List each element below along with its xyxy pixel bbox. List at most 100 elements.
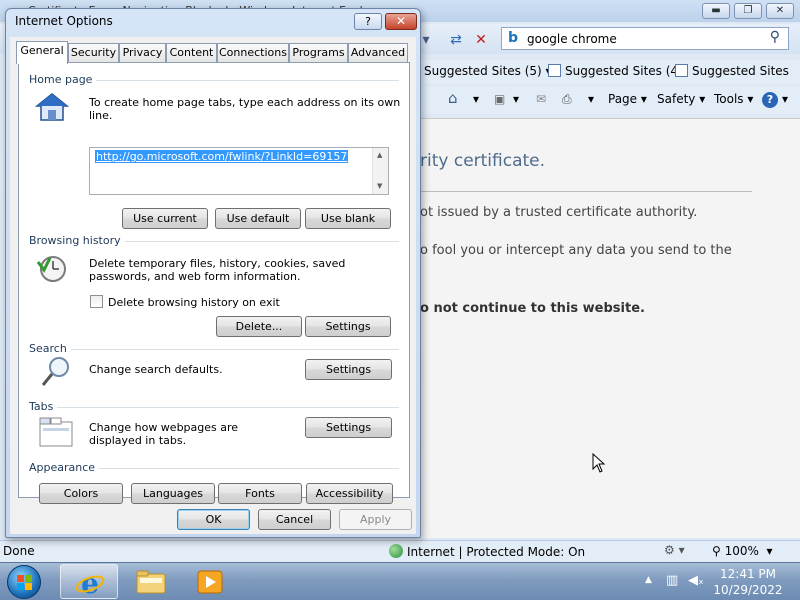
internet-options-dialog: Internet Options ? ✕ General Security Pr… [5, 8, 421, 538]
internet-explorer-icon: e [75, 569, 105, 597]
feeds-icon[interactable]: ▣ [494, 92, 505, 106]
feeds-dropdown-icon[interactable]: ▾ [513, 92, 519, 106]
start-button[interactable] [7, 565, 41, 599]
browsing-history-group-title: Browsing history [29, 234, 125, 247]
windows-logo-icon [17, 583, 24, 590]
magnifier-icon [41, 357, 69, 386]
bing-icon: b [508, 30, 519, 46]
taskbar-internet-explorer[interactable]: e [60, 564, 118, 599]
page-icon [548, 64, 561, 77]
scroll-up-icon[interactable]: ▲ [377, 151, 382, 159]
tab-content[interactable]: Content [166, 43, 217, 63]
network-icon[interactable]: ▥ [666, 573, 678, 588]
home-page-url[interactable]: http://go.microsoft.com/fwlink/?LinkId=6… [95, 150, 349, 163]
tools-menu[interactable]: Tools ▾ [714, 92, 753, 106]
tab-programs[interactable]: Programs [289, 43, 348, 63]
minimize-button[interactable]: ▬ [702, 3, 730, 19]
page-icon [675, 64, 688, 77]
help-button[interactable]: ? [354, 13, 382, 30]
clock[interactable]: 12:41 PM 10/29/2022 [700, 566, 796, 598]
zoom-level[interactable]: ⚲ 100% ▾ [712, 544, 773, 558]
accessibility-button[interactable]: Accessibility [306, 483, 393, 504]
mouse-cursor-icon [592, 453, 606, 473]
tab-general[interactable]: General [16, 41, 68, 64]
general-tab-page: Home page To create home page tabs, type… [18, 62, 410, 504]
cert-error-heading: rity certificate. [420, 151, 546, 171]
refresh-icon[interactable]: ⇄ [445, 29, 467, 51]
divider [420, 191, 752, 192]
ok-button[interactable]: OK [177, 509, 250, 530]
search-group-title: Search [29, 342, 71, 355]
tab-connections[interactable]: Connections [217, 43, 289, 63]
appearance-group-title: Appearance [29, 461, 100, 474]
search-description: Change search defaults. [89, 363, 223, 376]
globe-icon [389, 544, 403, 558]
tab-privacy[interactable]: Privacy [119, 43, 166, 63]
windows-logo-icon [25, 583, 32, 590]
history-clock-icon [36, 256, 66, 282]
windows-logo-icon [25, 575, 32, 582]
taskbar-file-explorer[interactable] [122, 564, 180, 599]
taskbar-media-player[interactable] [182, 564, 240, 599]
favorite-suggested-sites-4[interactable]: Suggested Sites (4) [548, 64, 683, 78]
cert-error-text-2: o fool you or intercept any data you sen… [420, 243, 732, 258]
show-hidden-icons[interactable]: ▲ [645, 575, 652, 585]
tabs-description: Change how webpages are displayed in tab… [89, 421, 239, 447]
print-dropdown-icon[interactable]: ▾ [588, 92, 594, 106]
favorite-suggested-sites[interactable]: Suggested Sites [675, 64, 789, 78]
history-settings-button[interactable]: Settings [305, 316, 391, 337]
tab-security[interactable]: Security [68, 43, 119, 63]
favorite-suggested-sites-5[interactable]: Suggested Sites (5) ▾ [424, 64, 552, 78]
maximize-button[interactable]: ❐ [734, 3, 762, 19]
ie-close-button[interactable]: ✕ [766, 3, 794, 19]
cert-error-text-1: ot issued by a trusted certificate autho… [420, 205, 698, 220]
home-page-textarea[interactable]: http://go.microsoft.com/fwlink/?LinkId=6… [89, 147, 389, 195]
stop-icon[interactable]: ✕ [470, 29, 492, 51]
delete-on-exit-label[interactable]: Delete browsing history on exit [108, 296, 280, 309]
svg-text:e: e [81, 569, 99, 597]
colors-button[interactable]: Colors [39, 483, 123, 504]
page-menu[interactable]: Page ▾ [608, 92, 647, 106]
delete-on-exit-checkbox[interactable] [90, 295, 103, 308]
taskbar: e ▲ ▥ ◀ₓ 12:41 PM 10/29/2022 [0, 562, 800, 600]
scroll-down-icon[interactable]: ▼ [377, 182, 382, 190]
folder-icon [136, 570, 166, 594]
use-blank-button[interactable]: Use blank [305, 208, 391, 229]
home-page-scrollbar[interactable]: ▲ ▼ [372, 148, 388, 194]
tabs-group-title: Tabs [29, 400, 58, 413]
browsing-history-description: Delete temporary files, history, cookies… [89, 257, 346, 283]
close-button[interactable]: ✕ [385, 13, 417, 30]
use-current-button[interactable]: Use current [122, 208, 208, 229]
cert-error-recommendation: o not continue to this website. [420, 301, 645, 316]
tab-advanced[interactable]: Advanced [348, 43, 408, 63]
dialog-body: General Security Privacy Content Connect… [10, 37, 416, 534]
search-settings-button[interactable]: Settings [305, 359, 392, 380]
help-dropdown-icon[interactable]: ▾ [782, 92, 788, 106]
search-input[interactable]: google chrome [527, 32, 617, 46]
protected-mode-icon[interactable]: ⚙ ▾ [664, 543, 685, 557]
help-icon[interactable]: ? [762, 92, 778, 108]
mail-icon[interactable]: ✉ [536, 92, 546, 106]
fonts-button[interactable]: Fonts [218, 483, 302, 504]
status-bar: Done Internet | Protected Mode: On ⚙ ▾ ⚲… [0, 540, 800, 562]
languages-button[interactable]: Languages [131, 483, 215, 504]
home-icon[interactable]: ⌂ [448, 89, 458, 107]
security-zone[interactable]: Internet | Protected Mode: On [389, 544, 585, 559]
home-dropdown-icon[interactable]: ▾ [473, 92, 479, 106]
command-bar: ⌂ ▾ ▣ ▾ ✉ ⎙ ▾ Page ▾ Safety ▾ Tools ▾ ? … [420, 86, 800, 114]
divider [29, 407, 399, 408]
search-icon[interactable]: ⚲ [770, 29, 780, 45]
tabs-settings-button[interactable]: Settings [305, 417, 392, 438]
tabs-window-icon [39, 417, 73, 447]
apply-button[interactable]: Apply [339, 509, 412, 530]
favorites-bar: Suggested Sites (5) ▾ Suggested Sites (4… [420, 60, 800, 84]
home-page-group-title: Home page [29, 73, 97, 86]
search-box[interactable]: b google chrome ⚲ [501, 27, 789, 50]
clock-date: 10/29/2022 [713, 583, 783, 597]
safety-menu[interactable]: Safety ▾ [657, 92, 705, 106]
cert-error-page: rity certificate. ot issued by a trusted… [420, 118, 800, 538]
print-icon[interactable]: ⎙ [562, 92, 572, 107]
use-default-button[interactable]: Use default [215, 208, 301, 229]
delete-button[interactable]: Delete... [216, 316, 302, 337]
cancel-button[interactable]: Cancel [258, 509, 331, 530]
